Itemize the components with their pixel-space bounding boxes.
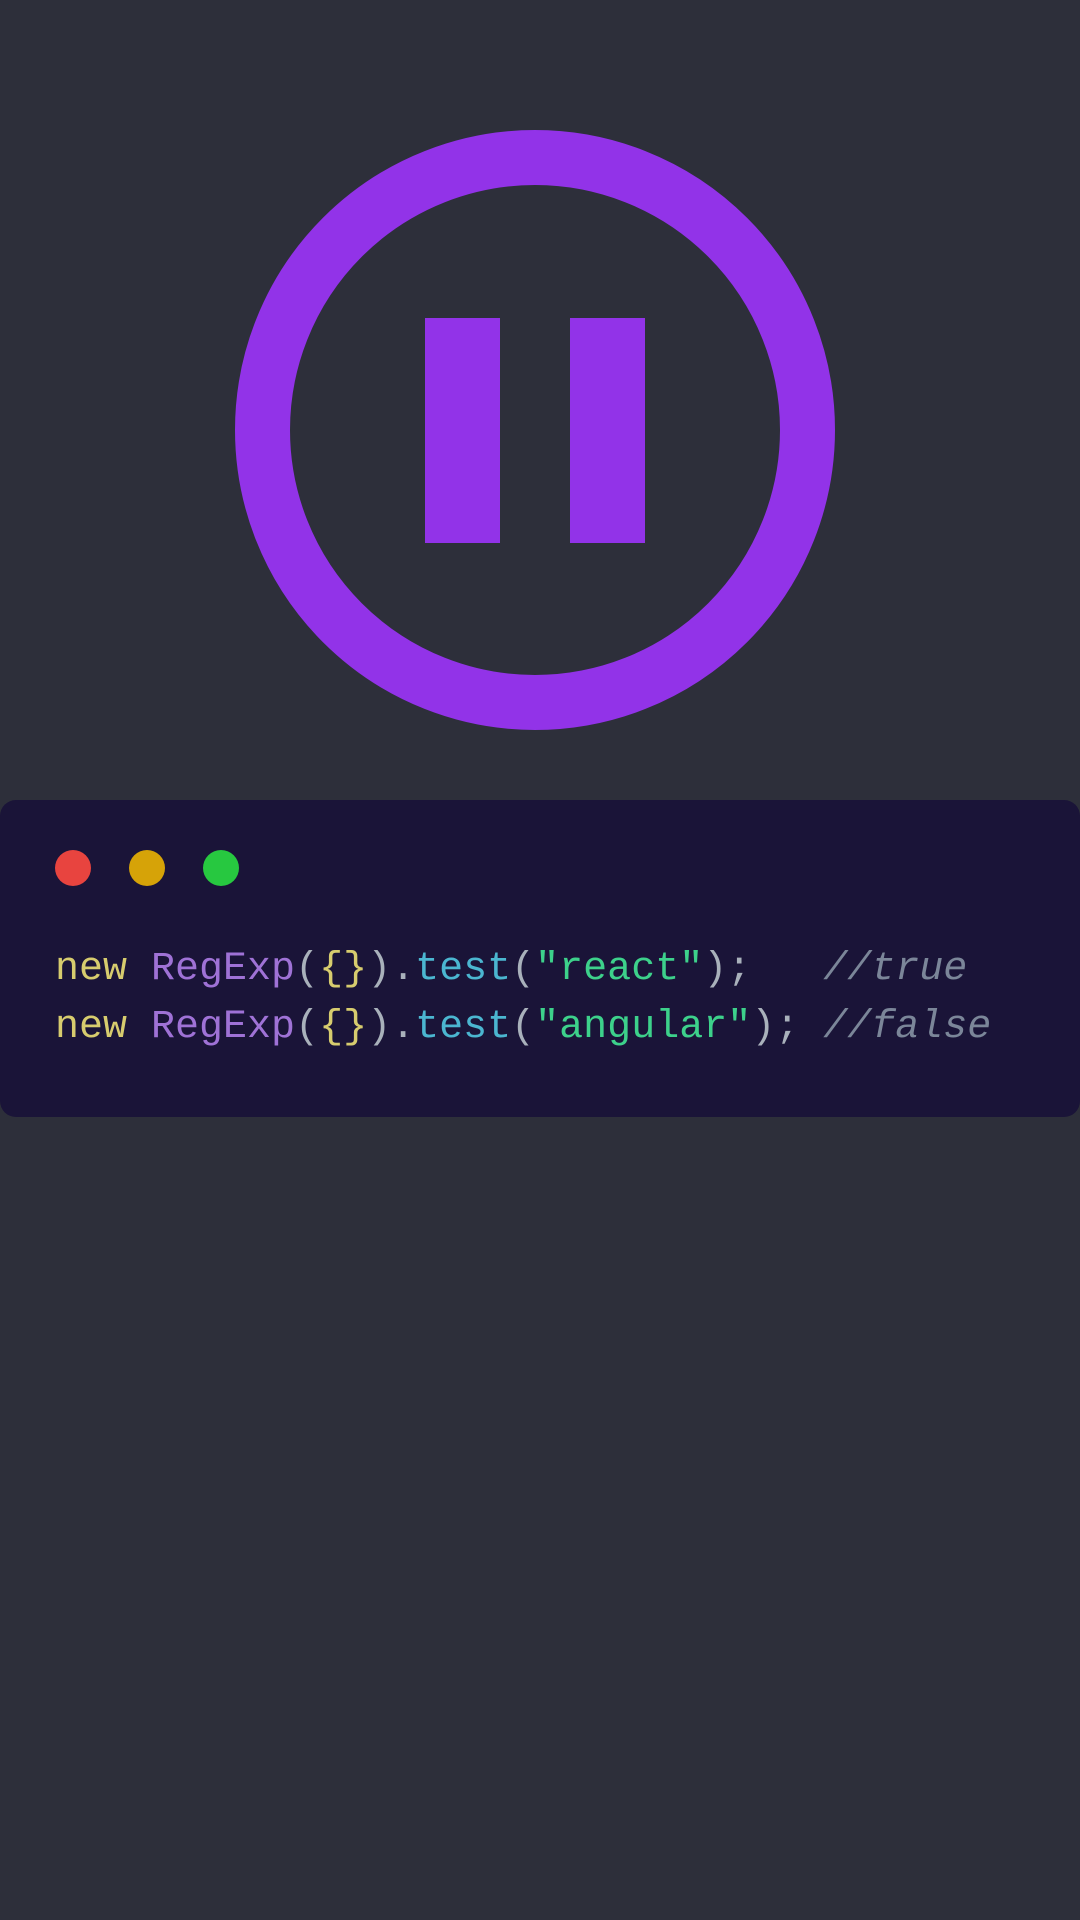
paren: ( bbox=[295, 947, 319, 992]
paren: ) bbox=[751, 1005, 775, 1050]
class-regexp: RegExp bbox=[151, 947, 295, 992]
method-test: test bbox=[415, 947, 511, 992]
comment-true: //true bbox=[823, 947, 967, 992]
string-react: "react" bbox=[535, 947, 703, 992]
paren: ( bbox=[511, 947, 535, 992]
keyword-new: new bbox=[55, 1005, 127, 1050]
close-dot-icon[interactable] bbox=[55, 850, 91, 886]
paren: ) bbox=[367, 947, 391, 992]
pause-bar-right bbox=[570, 318, 645, 543]
brace: { bbox=[319, 1005, 343, 1050]
paren: ( bbox=[511, 1005, 535, 1050]
maximize-dot-icon[interactable] bbox=[203, 850, 239, 886]
method-test: test bbox=[415, 1005, 511, 1050]
spacing bbox=[751, 947, 823, 992]
string-angular: "angular" bbox=[535, 1005, 751, 1050]
brace: } bbox=[343, 947, 367, 992]
pause-bar-left bbox=[425, 318, 500, 543]
pause-icon[interactable] bbox=[235, 130, 835, 730]
code-block: new RegExp({}).test("react"); //true new… bbox=[55, 941, 1025, 1057]
brace: { bbox=[319, 947, 343, 992]
minimize-dot-icon[interactable] bbox=[129, 850, 165, 886]
paren: ) bbox=[367, 1005, 391, 1050]
keyword-new: new bbox=[55, 947, 127, 992]
semicolon: ; bbox=[727, 947, 751, 992]
paren: ( bbox=[295, 1005, 319, 1050]
brace: } bbox=[343, 1005, 367, 1050]
dot: . bbox=[391, 947, 415, 992]
pause-circle-outline bbox=[235, 130, 835, 730]
traffic-lights bbox=[55, 850, 1025, 886]
comment-false: //false bbox=[823, 1005, 991, 1050]
paren: ) bbox=[703, 947, 727, 992]
spacing bbox=[799, 1005, 823, 1050]
dot: . bbox=[391, 1005, 415, 1050]
code-window: new RegExp({}).test("react"); //true new… bbox=[0, 800, 1080, 1117]
semicolon: ; bbox=[775, 1005, 799, 1050]
class-regexp: RegExp bbox=[151, 1005, 295, 1050]
